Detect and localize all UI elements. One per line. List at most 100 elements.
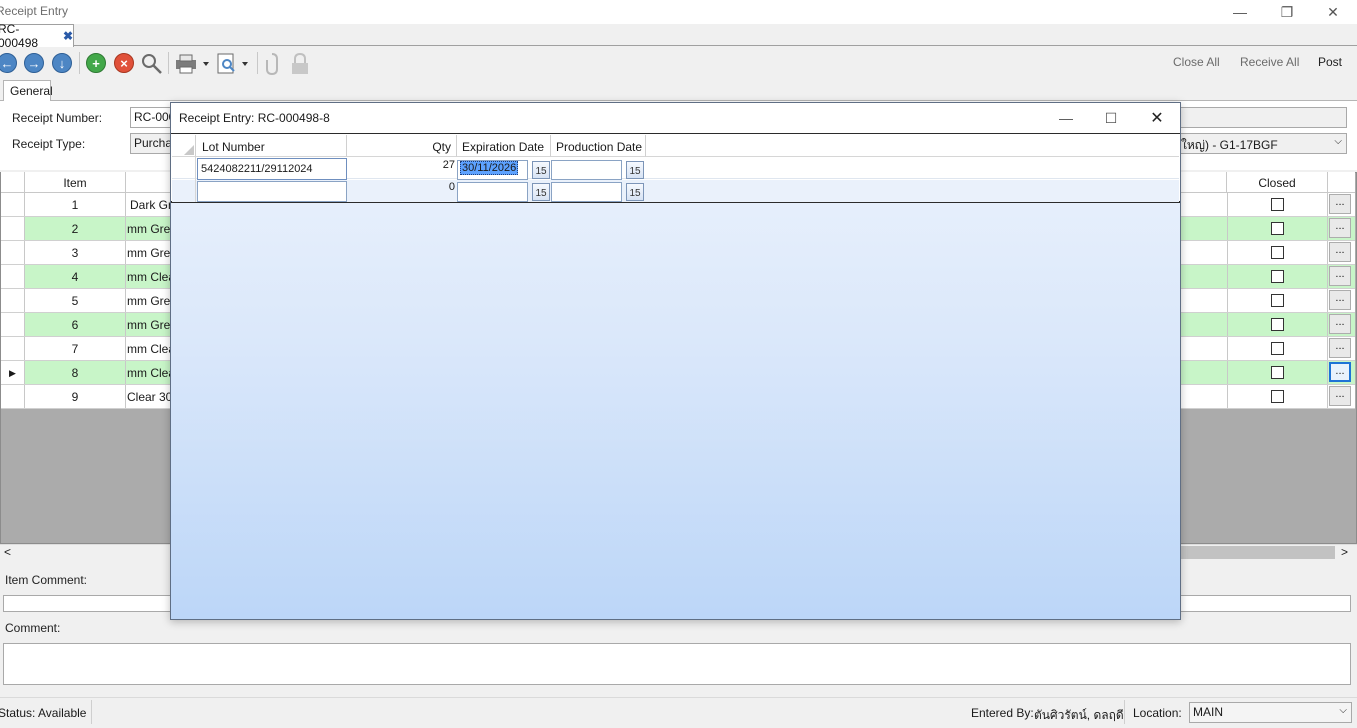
closed-checkbox[interactable] [1271,342,1284,355]
qty-value[interactable]: 0 [347,181,455,193]
calendar-icon[interactable]: 15 [626,161,644,179]
row-details-button[interactable]: ... [1329,338,1351,358]
description-cell[interactable]: mm Gree [126,289,170,312]
item-number-cell[interactable]: 3 [25,241,126,264]
description-cell[interactable]: Dark Gre [126,193,170,216]
row-header[interactable] [1,385,25,408]
restore-icon[interactable]: ❐ [1264,0,1310,24]
row-details-button[interactable]: ... [1329,290,1351,310]
row-header[interactable] [1,313,25,336]
attach-icon[interactable] [264,52,280,76]
scroll-right-icon[interactable]: > [1341,545,1348,559]
header-field-right[interactable] [1176,107,1347,128]
receipt-number-label: Receipt Number: [12,111,103,125]
delete-icon[interactable]: × [114,53,134,73]
search-icon[interactable] [140,52,164,76]
column-header-qty[interactable]: Qty [347,135,457,157]
expiration-date-input[interactable] [457,182,528,202]
description-cell[interactable]: mm Clear [126,337,170,360]
row-details-button[interactable]: ... [1329,386,1351,406]
receipt-type-select[interactable]: Purchas [130,133,175,154]
preview-icon[interactable] [217,53,253,75]
description-cell[interactable]: mm Clear [126,265,170,288]
close-tab-icon[interactable]: ✖ [63,29,73,43]
dialog-maximize-icon[interactable]: ☐ [1088,103,1134,133]
item-number-cell[interactable]: 8 [25,361,126,384]
closed-checkbox[interactable] [1271,270,1284,283]
description-cell[interactable]: Clear 304 [126,385,170,408]
description-cell[interactable]: mm Gree [126,241,170,264]
close-window-icon[interactable]: ✕ [1310,0,1356,24]
item-number-cell[interactable]: 1 [25,193,126,216]
column-header-production-date[interactable]: Production Date [551,135,646,157]
row-details-button[interactable]: ... [1329,314,1351,334]
scrollbar-thumb[interactable] [1181,546,1335,559]
qty-value[interactable]: 27 [347,159,455,171]
closed-checkbox[interactable] [1271,294,1284,307]
row-details-button[interactable]: ... [1329,218,1351,238]
print-icon[interactable] [175,53,211,75]
column-header-item[interactable]: Item [25,172,126,193]
description-cell[interactable]: mm Gree [126,313,170,336]
close-all-button[interactable]: Close All [1173,55,1220,69]
closed-checkbox[interactable] [1271,222,1284,235]
document-tab-strip [0,24,1357,46]
dialog-title: Receipt Entry: RC-000498-8 [179,111,330,125]
row-details-button[interactable]: ... [1329,242,1351,262]
post-button[interactable]: Post [1318,55,1342,69]
scroll-left-icon[interactable]: < [4,545,11,559]
lot-row-header[interactable] [172,180,196,202]
lot-row-header[interactable] [172,157,196,180]
lot-grid-header-filler [646,135,1179,157]
closed-checkbox[interactable] [1271,318,1284,331]
row-header[interactable]: ▶ [1,361,25,384]
item-number-cell[interactable]: 7 [25,337,126,360]
description-cell[interactable]: mm Clear [126,361,170,384]
document-tab[interactable]: RC-000498 ✖ [0,22,74,50]
dialog-minimize-icon[interactable]: — [1043,103,1089,133]
receive-all-button[interactable]: Receive All [1240,55,1299,69]
location-select[interactable]: MAIN ⌵ [1189,702,1352,723]
row-details-button[interactable]: ... [1329,266,1351,286]
item-number-cell[interactable]: 9 [25,385,126,408]
closed-checkbox[interactable] [1271,366,1284,379]
forward-arrow-icon[interactable]: → [24,53,44,73]
row-header[interactable] [1,217,25,240]
row-header[interactable] [1,337,25,360]
column-header-lot-number[interactable]: Lot Number [196,135,347,157]
row-header[interactable] [1,193,25,216]
vendor-select[interactable]: ใหญ่) - G1-17BGF ⌵ [1176,133,1347,154]
comment-field[interactable] [3,643,1351,685]
minimize-icon[interactable]: — [1217,0,1263,24]
calendar-icon[interactable]: 15 [626,183,644,201]
lock-icon[interactable] [289,52,311,76]
calendar-icon[interactable]: 15 [532,183,550,201]
row-header[interactable] [1,241,25,264]
calendar-icon[interactable]: 15 [532,161,550,179]
lot-number-input[interactable] [197,181,347,202]
add-icon[interactable]: + [86,53,106,73]
closed-checkbox[interactable] [1271,198,1284,211]
row-details-button[interactable]: ... [1329,362,1351,382]
row-details-button[interactable]: ... [1329,194,1351,214]
closed-cell [1227,385,1328,408]
item-number-cell[interactable]: 2 [25,217,126,240]
tab-general[interactable]: General [3,80,53,101]
item-number-cell[interactable]: 4 [25,265,126,288]
down-arrow-icon[interactable]: ↓ [52,53,72,73]
production-date-input[interactable] [551,182,622,202]
expiration-date-input[interactable]: 30/11/2026 [457,160,528,180]
closed-checkbox[interactable] [1271,390,1284,403]
column-header-closed[interactable]: Closed [1227,172,1328,193]
item-number-cell[interactable]: 5 [25,289,126,312]
lot-number-input[interactable]: 5424082211/29112024 [197,158,347,180]
receipt-number-field[interactable]: RC-000 [130,107,175,128]
description-cell[interactable]: mm Gree [126,217,170,240]
dialog-close-icon[interactable]: ✕ [1134,103,1180,133]
closed-checkbox[interactable] [1271,246,1284,259]
row-header[interactable] [1,265,25,288]
row-header[interactable] [1,289,25,312]
item-number-cell[interactable]: 6 [25,313,126,336]
column-header-expiration-date[interactable]: Expiration Date [457,135,551,157]
production-date-input[interactable] [551,160,622,180]
